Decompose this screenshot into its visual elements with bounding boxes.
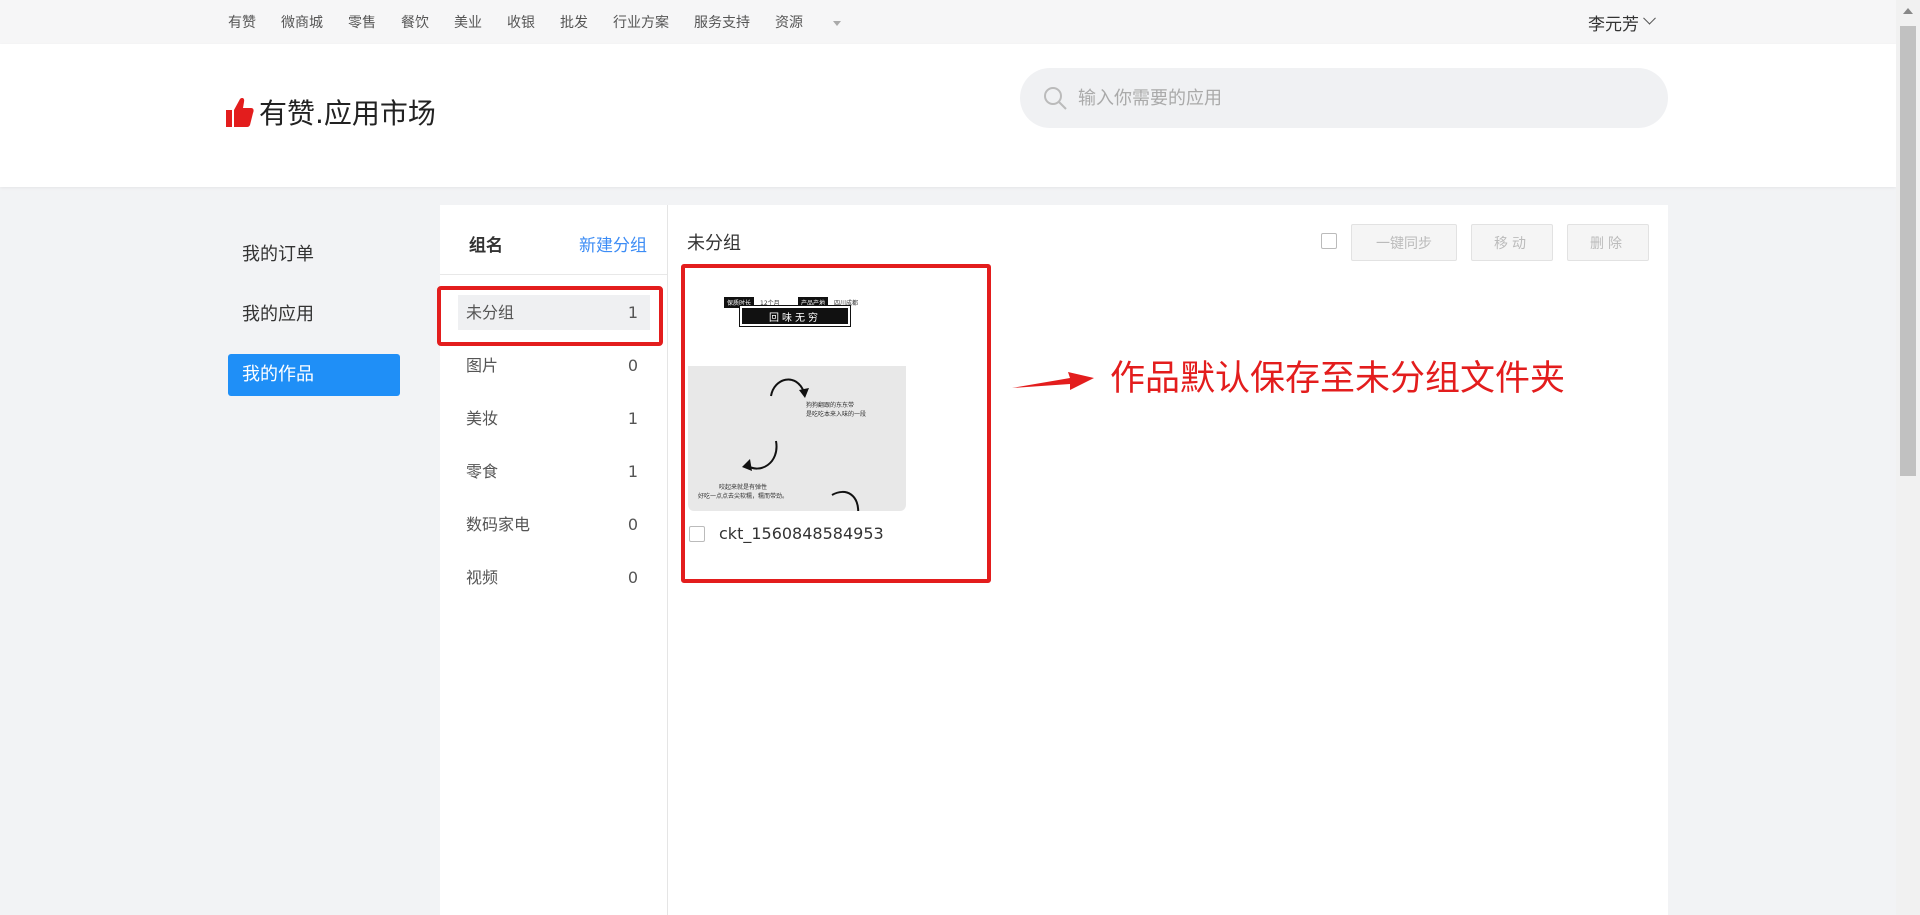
work-card[interactable]: 保质时长 12个月 产品产地 四川成都 回味无穷 狗狗翻跟的东东带 是吃吃本来入… (681, 264, 991, 583)
work-checkbox[interactable] (689, 525, 705, 542)
group-name: 视频 (466, 568, 499, 587)
search-icon (1044, 87, 1067, 110)
user-name: 李元芳 (1588, 14, 1639, 35)
group-column-title: 组名 (469, 236, 503, 256)
scroll-up-icon[interactable] (1903, 8, 1913, 14)
group-name: 数码家电 (466, 515, 531, 534)
curved-arrow-icon (831, 490, 860, 511)
group-name: 美妆 (466, 409, 499, 428)
work-name: ckt_1560848584953 (719, 524, 884, 543)
group-count: 1 (627, 409, 638, 428)
nav-link-weishangcheng[interactable]: 微商城 (281, 12, 323, 32)
nav-link-lingshou[interactable]: 零售 (348, 12, 376, 32)
move-button[interactable]: 移动 (1471, 224, 1553, 261)
nav-link-shouyin[interactable]: 收银 (507, 12, 535, 32)
header: 有赞.应用市场 (0, 44, 1896, 187)
group-count: 0 (627, 515, 638, 534)
annotation-text: 作品默认保存至未分组文件夹 (1110, 359, 1566, 399)
sidebar-item-apps[interactable]: 我的应用 (228, 294, 400, 336)
group-item-beauty[interactable]: 美妆 1 (458, 401, 650, 436)
sidebar-menu: 我的订单 我的应用 我的作品 (228, 234, 400, 414)
group-item-images[interactable]: 图片 0 (458, 348, 650, 383)
group-item-ungrouped[interactable]: 未分组 1 (437, 286, 663, 346)
caret-down-icon (833, 20, 841, 26)
group-list: 未分组 1 图片 0 美妆 1 零食 1 数码家电 0 视频 0 (437, 286, 668, 613)
page-scrollbar[interactable] (1896, 0, 1920, 915)
select-all-checkbox[interactable] (1321, 233, 1337, 249)
group-list-panel: 组名 新建分组 未分组 1 图片 0 美妆 1 零食 1 数码家电 0 视频 0 (437, 205, 668, 915)
search-input[interactable] (1078, 87, 1638, 109)
sidebar-item-works[interactable]: 我的作品 (228, 354, 400, 396)
nav-link-fuwu[interactable]: 服务支持 (694, 12, 750, 32)
group-count: 0 (627, 356, 638, 375)
group-item-snacks[interactable]: 零食 1 (458, 454, 650, 489)
group-count: 0 (627, 568, 638, 587)
nav-link-canyin[interactable]: 餐饮 (401, 12, 429, 32)
logo[interactable]: 有赞.应用市场 (226, 92, 436, 132)
work-card-footer: ckt_1560848584953 (689, 524, 884, 543)
works-content: 未分组 一键同步 移动 删除 保质时长 12个月 产品产地 四川成都 回味无穷 … (668, 205, 1668, 915)
group-count: 1 (627, 303, 638, 322)
thumb-caption-1: 狗狗翻跟的东东带 是吃吃本来入味的一段 (806, 402, 867, 418)
user-menu[interactable]: 李元芳 (1588, 0, 1656, 44)
nav-link-hangye[interactable]: 行业方案 (613, 12, 669, 32)
sidebar-item-orders[interactable]: 我的订单 (228, 234, 400, 276)
main-panel: 组名 新建分组 未分组 1 图片 0 美妆 1 零食 1 数码家电 0 视频 0… (437, 205, 1668, 915)
nav-link-youzan[interactable]: 有赞 (228, 12, 256, 32)
curved-arrow-icon (742, 440, 778, 471)
nav-link-ziyuan-label: 资源 (775, 15, 803, 31)
top-nav-links: 有赞 微商城 零售 餐饮 美业 收银 批发 行业方案 服务支持 资源 (228, 0, 891, 44)
search-bar[interactable] (1020, 68, 1668, 128)
chevron-down-icon (1643, 11, 1656, 25)
group-name: 未分组 (466, 303, 515, 322)
delete-button[interactable]: 删除 (1567, 224, 1649, 261)
nav-link-ziyuan[interactable]: 资源 (775, 12, 866, 32)
scrollbar-thumb[interactable] (1900, 26, 1916, 476)
group-name: 图片 (466, 356, 499, 375)
content-title: 未分组 (687, 233, 741, 254)
thumb-caption-2: 咬起来就是有弹性 好吃一点点去尖软糯，糯而带劲。 (698, 484, 789, 500)
nav-link-pifa[interactable]: 批发 (560, 12, 588, 32)
group-name: 零食 (466, 462, 499, 481)
nav-link-meiye[interactable]: 美业 (454, 12, 482, 32)
annotation-arrow-icon (1012, 372, 1094, 390)
thumbs-up-icon (226, 98, 254, 127)
group-count: 1 (627, 462, 638, 481)
thumb-ribbon: 回味无穷 (739, 305, 851, 327)
work-thumbnail[interactable]: 保质时长 12个月 产品产地 四川成都 回味无穷 狗狗翻跟的东东带 是吃吃本来入… (688, 272, 906, 511)
group-item-digital[interactable]: 数码家电 0 (458, 507, 650, 542)
top-nav-bar: 有赞 微商城 零售 餐饮 美业 收银 批发 行业方案 服务支持 资源 李元芳 (0, 0, 1896, 44)
logo-text: 有赞.应用市场 (259, 97, 436, 130)
new-group-link[interactable]: 新建分组 (579, 231, 647, 256)
sync-button[interactable]: 一键同步 (1351, 224, 1457, 261)
group-list-header: 组名 新建分组 (440, 205, 667, 275)
group-item-video[interactable]: 视频 0 (458, 560, 650, 595)
